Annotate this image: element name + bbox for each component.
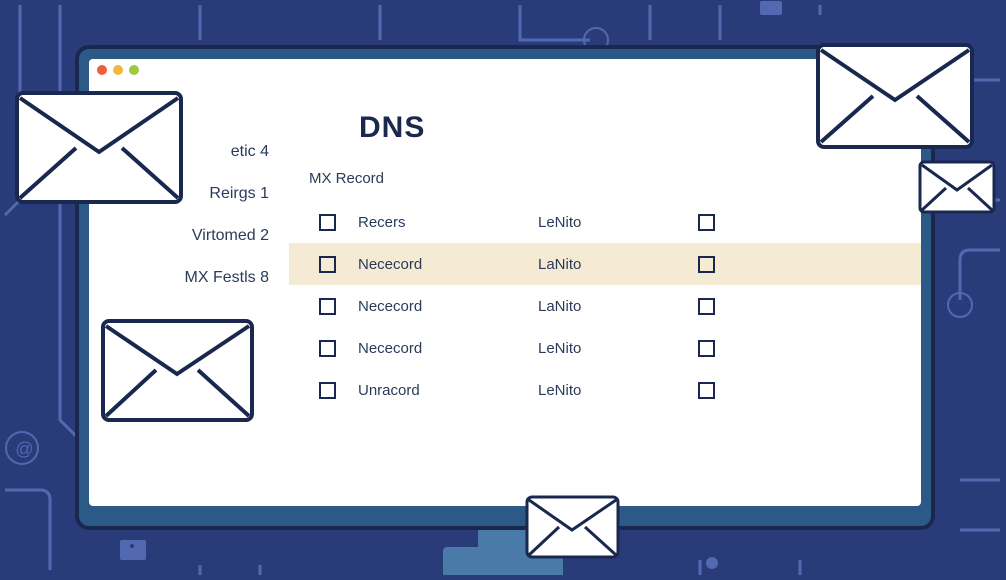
main-panel: DNS MX Record Recers LeNito Nececord LaN… [289,81,921,506]
sidebar-item-reirgs[interactable]: Reirgs 1 [89,173,269,215]
record-name: Nececord [358,298,538,315]
record-name: Nececord [358,256,538,273]
checkbox[interactable] [698,214,715,231]
section-title: MX Record [309,170,921,187]
minimize-icon[interactable] [113,65,123,75]
sidebar-item-mx-festls[interactable]: MX Festls 8 [89,257,269,299]
checkbox[interactable] [698,256,715,273]
monitor-stand [443,547,563,575]
record-value: LaNito [538,256,698,273]
sidebar: etic 4 Reirgs 1 Virtomed 2 MX Festls 8 [89,81,289,506]
sidebar-item-virtomed[interactable]: Virtomed 2 [89,215,269,257]
record-value: LeNito [538,382,698,399]
sidebar-item-etic[interactable]: etic 4 [89,131,269,173]
checkbox[interactable] [319,382,336,399]
checkbox[interactable] [698,298,715,315]
checkbox[interactable] [698,340,715,357]
record-value: LeNito [538,214,698,231]
record-name: Nececord [358,340,538,357]
checkbox[interactable] [698,382,715,399]
window-titlebar [89,59,921,81]
records-table: Recers LeNito Nececord LaNito Nececord L… [289,201,921,411]
record-name: Unracord [358,382,538,399]
checkbox[interactable] [319,298,336,315]
close-icon[interactable] [97,65,107,75]
maximize-icon[interactable] [129,65,139,75]
record-name: Recers [358,214,538,231]
monitor-frame: etic 4 Reirgs 1 Virtomed 2 MX Festls 8 D… [75,45,935,530]
page-title: DNS [359,111,921,145]
record-value: LeNito [538,340,698,357]
screen: etic 4 Reirgs 1 Virtomed 2 MX Festls 8 D… [89,59,921,506]
table-row: Recers LeNito [289,201,921,243]
checkbox[interactable] [319,214,336,231]
record-value: LaNito [538,298,698,315]
content-area: etic 4 Reirgs 1 Virtomed 2 MX Festls 8 D… [89,81,921,506]
checkbox[interactable] [319,340,336,357]
table-row: Unracord LeNito [289,369,921,411]
svg-text:@: @ [15,439,33,459]
table-row: Nececord LaNito [289,285,921,327]
checkbox[interactable] [319,256,336,273]
table-row: Nececord LeNito [289,327,921,369]
table-row: Nececord LaNito [289,243,921,285]
